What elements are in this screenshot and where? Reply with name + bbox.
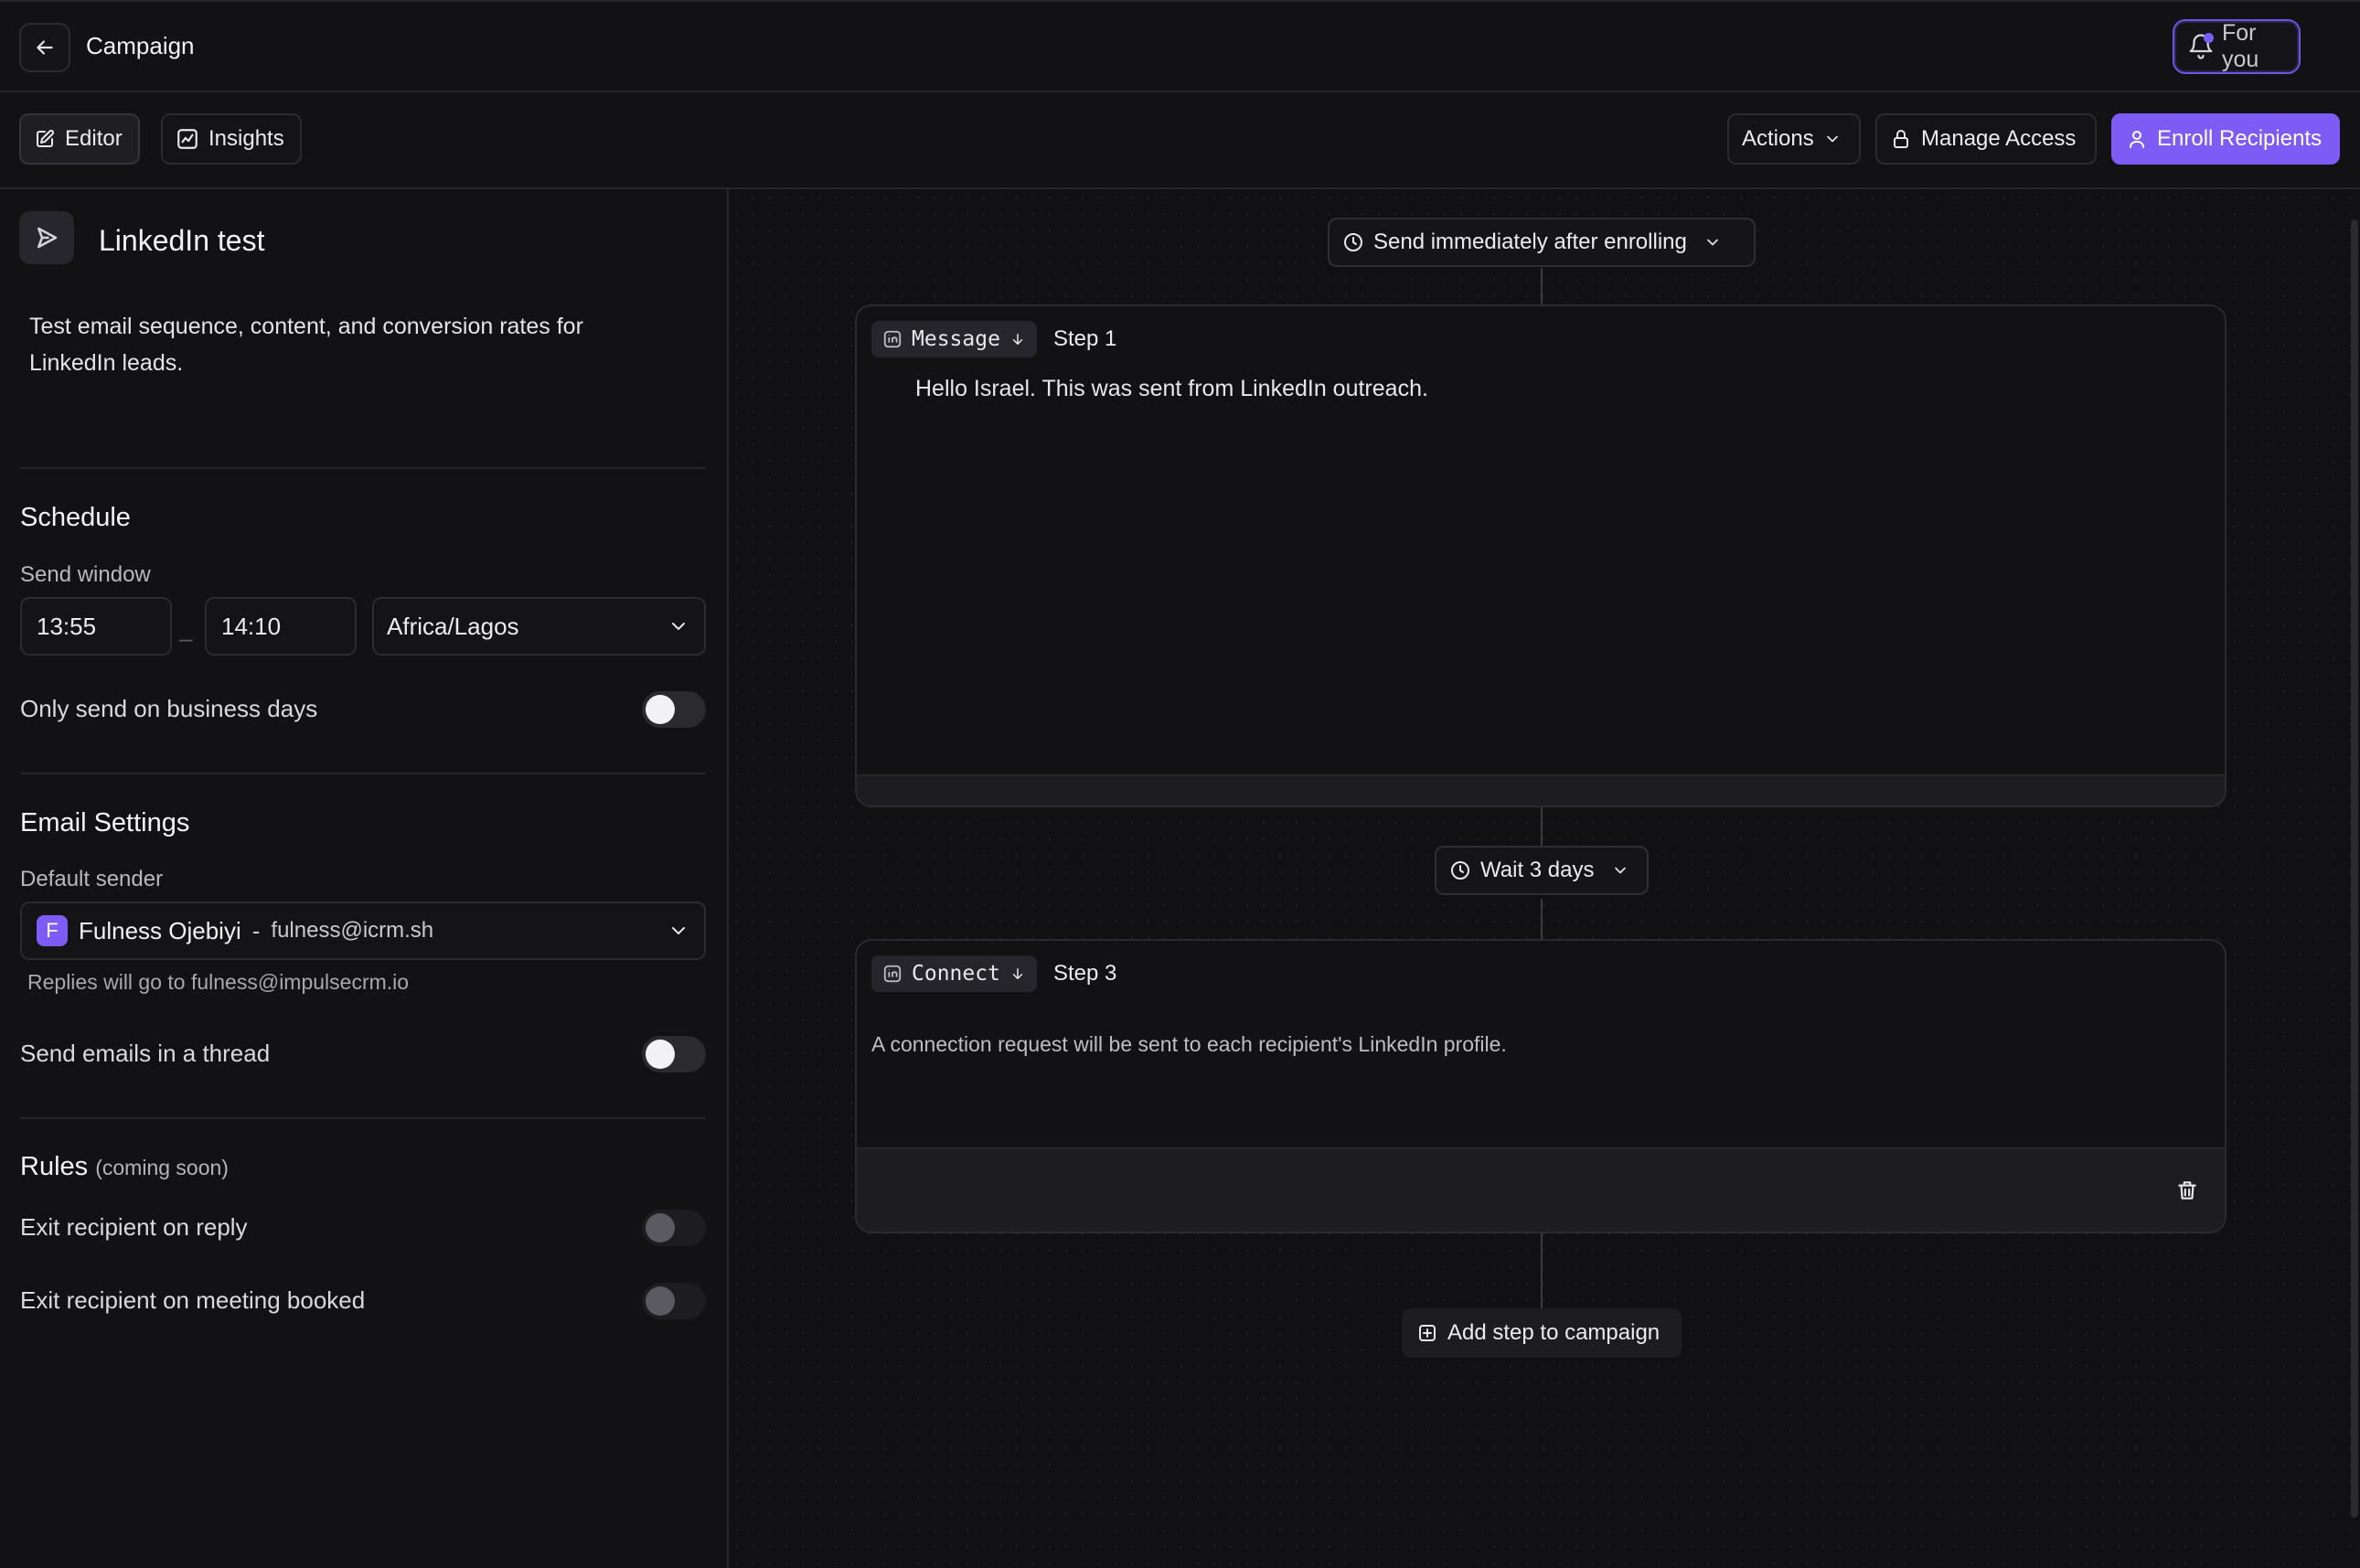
step-number: Step 1 [1052, 326, 1117, 351]
send-window-label: Send window [20, 562, 151, 587]
trigger-dropdown[interactable]: Send immediately after enrolling [1328, 218, 1756, 267]
arrow-down-icon [1012, 968, 1023, 979]
sender-email: fulness@icrm.sh [271, 918, 434, 943]
step-type-label: Connect [912, 962, 1000, 986]
default-sender-label: Default sender [20, 867, 164, 891]
tab-editor-label: Editor [65, 126, 123, 151]
arrow-left-icon [37, 40, 53, 55]
rules-title-text: Rules [20, 1152, 89, 1181]
rules-subtitle: (coming soon) [95, 1156, 229, 1179]
edit-icon [37, 129, 55, 147]
card-footer [857, 774, 2225, 805]
timezone-select[interactable]: Africa/Lagos [372, 597, 706, 656]
linkedin-icon [883, 330, 902, 348]
campaign-name[interactable]: LinkedIn test [99, 224, 264, 258]
plus-square-icon [1419, 1325, 1436, 1341]
clock-icon [1451, 861, 1469, 880]
exit-on-reply-toggle [642, 1210, 706, 1246]
avatar: F [37, 915, 68, 946]
arrow-down-icon [1012, 334, 1023, 345]
wait-label: Wait 3 days [1480, 858, 1595, 882]
chevron-down-icon [672, 927, 685, 934]
thread-toggle[interactable] [642, 1036, 706, 1072]
toolbar: Editor Insights Actions Manage Access En… [0, 92, 2360, 189]
flow-canvas[interactable]: Send immediately after enrolling Message… [729, 189, 2360, 1568]
message-body[interactable]: Hello Israel. This was sent from LinkedI… [915, 376, 1428, 402]
add-step-label: Add step to campaign [1447, 1320, 1661, 1345]
notifications-button[interactable]: For you [2173, 19, 2301, 74]
manage-access-button[interactable]: Manage Access [1875, 113, 2097, 165]
manage-access-label: Manage Access [1921, 126, 2077, 151]
business-days-toggle[interactable] [642, 691, 706, 728]
reply-to-note: Replies will go to fulness@impulsecrm.io [27, 970, 410, 994]
step-type-dropdown[interactable]: Connect [871, 955, 1037, 992]
time-separator: – [179, 624, 193, 652]
enroll-recipients-button[interactable]: Enroll Recipients [2111, 113, 2340, 165]
connect-description: A connection request will be sent to eac… [871, 1032, 1507, 1056]
tab-insights[interactable]: Insights [161, 113, 302, 165]
clock-icon [1344, 233, 1362, 251]
email-settings-title: Email Settings [20, 808, 190, 837]
sender-name: Fulness Ojebiyi [79, 916, 241, 944]
exit-on-meeting-label: Exit recipient on meeting booked [20, 1286, 366, 1314]
add-step-button[interactable]: Add step to campaign [1402, 1308, 1682, 1358]
chevron-down-icon [1614, 867, 1626, 874]
divider [20, 1117, 706, 1119]
connector-line [1541, 899, 1543, 939]
chevron-down-icon [672, 623, 685, 630]
app-root: Campaign For you Editor Insights Actions… [0, 0, 2360, 1568]
thread-label: Send emails in a thread [20, 1040, 271, 1067]
chevron-down-icon [1826, 135, 1838, 143]
business-days-label: Only send on business days [20, 695, 318, 722]
back-button[interactable] [19, 23, 70, 72]
sender-separator: - [251, 916, 261, 944]
toggle-knob [646, 695, 675, 724]
step-number: Step 3 [1052, 961, 1117, 986]
notifications-label: For you [2222, 20, 2259, 72]
user-icon [2130, 131, 2144, 148]
card-footer [857, 1147, 2225, 1232]
tab-editor[interactable]: Editor [19, 113, 140, 165]
tab-insights-label: Insights [208, 126, 284, 151]
campaign-description[interactable]: Test email sequence, content, and conver… [29, 308, 669, 381]
schedule-title: Schedule [20, 503, 131, 532]
step-card-connect[interactable]: Connect Step 3 A connection request will… [855, 939, 2227, 1233]
chart-line-icon [177, 129, 198, 149]
trash-icon[interactable] [2175, 1179, 2199, 1202]
scrollbar[interactable] [2351, 219, 2358, 1518]
wait-dropdown[interactable]: Wait 3 days [1435, 846, 1649, 895]
step-type-label: Message [912, 327, 1000, 351]
step-header: Message Step 1 [871, 321, 1116, 357]
exit-on-reply-label: Exit recipient on reply [20, 1213, 248, 1241]
connector-line [1541, 1233, 1543, 1314]
enroll-recipients-label: Enroll Recipients [2157, 126, 2323, 151]
settings-panel: LinkedIn test Test email sequence, conte… [0, 189, 729, 1568]
campaign-icon [19, 211, 74, 264]
page-title: Campaign [86, 32, 195, 59]
default-sender-select[interactable]: F Fulness Ojebiyi - fulness@icrm.sh [20, 901, 706, 960]
notification-dot [2204, 33, 2214, 43]
step-card-message[interactable]: Message Step 1 Hello Israel. This was se… [855, 304, 2227, 807]
step-type-dropdown[interactable]: Message [871, 321, 1037, 357]
chevron-down-icon [1707, 239, 1718, 246]
divider [20, 773, 706, 774]
connector-line [1541, 268, 1543, 304]
toggle-knob [646, 1286, 675, 1316]
start-time-input[interactable]: 13:55 [20, 597, 172, 656]
toggle-knob [646, 1213, 675, 1243]
actions-label: Actions [1742, 126, 1814, 151]
timezone-value: Africa/Lagos [387, 612, 519, 640]
lock-icon [1894, 130, 1908, 148]
toggle-knob [646, 1040, 675, 1069]
step-header: Connect Step 3 [871, 955, 1116, 992]
top-bar: Campaign For you [0, 0, 2360, 92]
linkedin-icon [883, 965, 902, 983]
trigger-label: Send immediately after enrolling [1373, 229, 1687, 254]
bell-icon [2187, 33, 2215, 60]
divider [20, 467, 706, 469]
end-time-input[interactable]: 14:10 [205, 597, 357, 656]
actions-dropdown[interactable]: Actions [1727, 113, 1861, 165]
rules-title: Rules (coming soon) [20, 1152, 229, 1182]
exit-on-meeting-toggle [642, 1283, 706, 1319]
